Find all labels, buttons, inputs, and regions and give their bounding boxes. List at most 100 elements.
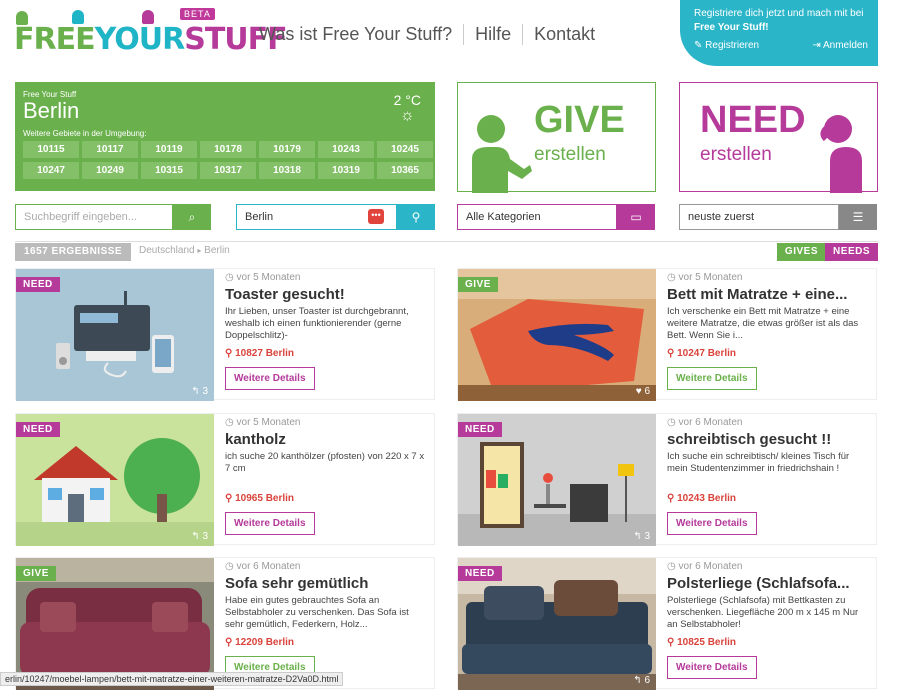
sun-icon: ☼	[399, 107, 415, 124]
sort-icon: ☰	[852, 210, 864, 224]
listing-count: ↰ 6	[633, 675, 650, 686]
sort-button[interactable]: ☰	[839, 204, 877, 230]
reply-icon: ↰	[191, 531, 203, 542]
main-nav: Was ist Free Your Stuff? Hilfe Kontakt	[259, 24, 606, 45]
zip-chip[interactable]: 10365	[377, 162, 433, 179]
details-button[interactable]: Weitere Details	[225, 512, 315, 535]
listing-time: ◷ vor 5 Monaten	[225, 272, 301, 283]
give-title: GIVE	[534, 99, 625, 141]
locate-button[interactable]: ⚲	[397, 204, 435, 230]
listing-type-badge: NEED	[16, 422, 60, 437]
dots-icon[interactable]: •••	[368, 209, 384, 224]
clock-icon: ◷	[225, 417, 237, 428]
listing-type-badge: GIVE	[458, 277, 498, 292]
zip-chip[interactable]: 10247	[23, 162, 79, 179]
listing-title[interactable]: Bett mit Matratze + eine...	[667, 286, 872, 303]
listing-description: Ich suche ein schreibtisch/ kleines Tisc…	[667, 451, 850, 474]
search-icon: ⌕	[188, 210, 196, 224]
status-bar-url: erlin/10247/moebel-lampen/bett-mit-matra…	[0, 672, 344, 686]
reply-icon: ↰	[191, 386, 203, 397]
nav-item-about[interactable]: Was ist Free Your Stuff?	[259, 24, 463, 45]
listing-count: ♥ 6	[635, 386, 650, 397]
listing-card[interactable]: GIVE ◷ vor 6 Monaten Sofa sehr gemütlich Ha…	[15, 557, 435, 690]
zip-chip[interactable]: 10117	[82, 141, 138, 158]
zip-chip[interactable]: 10115	[23, 141, 79, 158]
zip-chip[interactable]: 10243	[318, 141, 374, 158]
listing-image[interactable]: GIVE ♥ 6	[458, 269, 656, 401]
listing-count: ↰ 3	[191, 386, 208, 397]
listing-title[interactable]: schreibtisch gesucht !!	[667, 431, 872, 448]
zip-chip[interactable]: 10119	[141, 141, 197, 158]
map-marker-icon: ⚲	[225, 493, 236, 504]
breadcrumb-country[interactable]: Deutschland	[139, 245, 195, 256]
results-count: 1657 ERGEBNISSE	[15, 243, 132, 261]
search-input[interactable]: Suchbegriff eingeben...	[15, 204, 173, 230]
listing-location: ⚲ 10243 Berlin	[667, 493, 737, 504]
listing-time: ◷ vor 6 Monaten	[225, 561, 301, 572]
listing-title[interactable]: Polsterliege (Schlafsofa...	[667, 575, 872, 592]
listing-location: ⚲ 12209 Berlin	[225, 637, 295, 648]
category-select[interactable]: Alle Kategorien	[457, 204, 617, 230]
listing-card[interactable]: NEED ↰ 6 ◷ vor 6 Monaten Polsterliege (Schl…	[457, 557, 877, 690]
reply-icon: ↰	[633, 531, 645, 542]
breadcrumb-city[interactable]: Berlin	[204, 245, 230, 256]
zip-grid: 10115 10117 10119 10178 10179 10243 10245 10247…	[23, 141, 433, 179]
zip-chip[interactable]: 10319	[318, 162, 374, 179]
listing-time: ◷ vor 6 Monaten	[667, 417, 743, 428]
details-button[interactable]: Weitere Details	[667, 512, 757, 535]
zip-chip[interactable]: 10317	[200, 162, 256, 179]
map-marker-icon: ⚲	[667, 348, 678, 359]
nav-item-contact[interactable]: Kontakt	[522, 24, 606, 45]
listing-description: Ihr Lieben, unser Toaster ist durchgebra…	[225, 306, 409, 341]
listing-image[interactable]: GIVE	[16, 558, 214, 690]
listing-location: ⚲ 10247 Berlin	[667, 348, 737, 359]
details-button[interactable]: Weitere Details	[667, 656, 757, 679]
archive-icon: ▭	[630, 210, 642, 224]
need-create-button[interactable]: NEED erstellen	[679, 82, 878, 193]
login-icon: ⇥	[812, 40, 823, 51]
register-text: Registriere dich jetzt und mach mit bei …	[694, 8, 864, 33]
city-name: Berlin	[23, 98, 80, 123]
listing-description: ich suche 20 kanthölzer (pfosten) von 22…	[225, 451, 425, 474]
zip-chip[interactable]: 10178	[200, 141, 256, 158]
reply-icon: ↰	[633, 675, 645, 686]
listing-card[interactable]: NEED ↰ 3 ◷ vor 5 Monaten Toaster gesucht! Ih…	[15, 268, 435, 401]
register-link[interactable]: ✎ Registrieren	[694, 39, 759, 53]
toggle-gives[interactable]: GIVES	[776, 243, 826, 261]
map-marker-icon: ⚲	[667, 637, 678, 648]
listing-image[interactable]: NEED ↰ 6	[458, 558, 656, 690]
details-button[interactable]: Weitere Details	[225, 367, 315, 390]
zip-chip[interactable]: 10179	[259, 141, 315, 158]
clock-icon: ◷	[225, 272, 237, 283]
map-marker-icon: ⚲	[667, 493, 678, 504]
temperature: 2 °C	[393, 92, 421, 108]
listing-image[interactable]: NEED ↰ 3	[458, 414, 656, 546]
listing-card[interactable]: GIVE ♥ 6 ◷ vor 5 Monaten Bett mit Matratze …	[457, 268, 877, 401]
sort-select[interactable]: neuste zuerst	[679, 204, 839, 230]
zip-chip[interactable]: 10318	[259, 162, 315, 179]
listing-title[interactable]: Sofa sehr gemütlich	[225, 575, 430, 592]
listing-title[interactable]: Toaster gesucht!	[225, 286, 430, 303]
edit-icon: ✎	[694, 40, 706, 51]
listing-count: ↰ 3	[191, 531, 208, 542]
clock-icon: ◷	[667, 417, 679, 428]
listing-card[interactable]: NEED ↰ 3 ◷ vor 5 Monaten kantholz ich suche …	[15, 413, 435, 546]
search-button[interactable]: ⌕	[173, 204, 211, 230]
zip-chip[interactable]: 10315	[141, 162, 197, 179]
nav-item-help[interactable]: Hilfe	[463, 24, 522, 45]
login-link[interactable]: ⇥ Anmelden	[812, 39, 868, 53]
toggle-needs[interactable]: NEEDS	[825, 243, 878, 261]
category-button[interactable]: ▭	[617, 204, 655, 230]
listing-image[interactable]: NEED ↰ 3	[16, 414, 214, 546]
listing-card[interactable]: NEED ↰ 3 ◷ vor 6 Monaten schreibtisch gesuc…	[457, 413, 877, 546]
details-button[interactable]: Weitere Details	[667, 367, 757, 390]
zip-chip[interactable]: 10249	[82, 162, 138, 179]
give-create-button[interactable]: GIVE erstellen	[457, 82, 656, 193]
listing-image[interactable]: NEED ↰ 3	[16, 269, 214, 401]
city-brand: Free Your Stuff	[23, 90, 77, 99]
logo[interactable]: FREEYOURSTUFF BETA	[14, 8, 288, 57]
listing-time: ◷ vor 6 Monaten	[667, 561, 743, 572]
zip-chip[interactable]: 10245	[377, 141, 433, 158]
listing-type-badge: NEED	[16, 277, 60, 292]
listing-title[interactable]: kantholz	[225, 431, 430, 448]
